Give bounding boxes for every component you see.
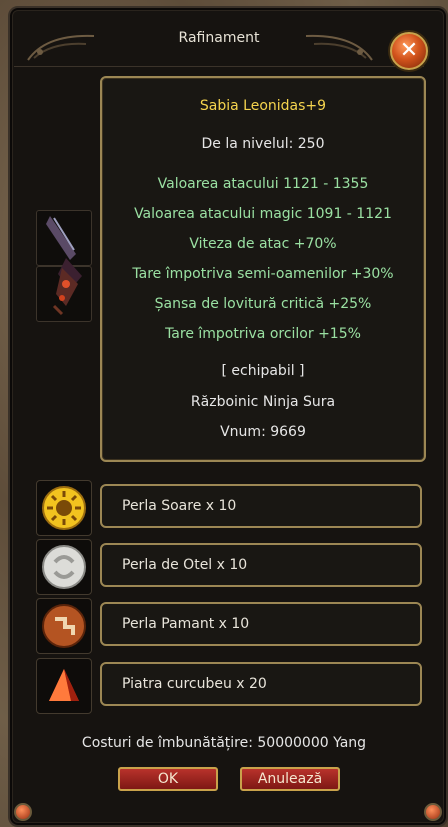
item-slot[interactable]: [36, 210, 92, 322]
material-label: Perla Soare x 10: [100, 484, 422, 528]
material-label: Perla de Otel x 10: [100, 543, 422, 587]
item-level-requirement: De la nivelul: 250: [201, 136, 325, 152]
item-stat: Viteza de atac +70%: [189, 236, 337, 252]
item-stat: Șansa de lovitură critică +25%: [154, 296, 372, 312]
sword-icon: [46, 216, 82, 316]
item-vnum: Vnum: 9669: [220, 424, 306, 440]
item-name: Sabia Leonidas+9: [199, 98, 327, 114]
title-bar[interactable]: Rafinament ✕: [14, 10, 428, 70]
close-button[interactable]: ✕: [390, 32, 428, 70]
material-slot-steel-pearl[interactable]: [36, 539, 92, 595]
rainbow-stone-icon: [49, 669, 79, 701]
item-class: Războinic Ninja Sura: [190, 394, 336, 410]
material-slot-rainbow-stone[interactable]: [36, 658, 92, 714]
equip-state: [ echipabil ]: [221, 363, 305, 379]
sun-pearl-icon: [42, 486, 86, 530]
ornament-right-icon: [305, 34, 373, 61]
steel-pearl-icon: [42, 545, 86, 589]
close-x-icon: ✕: [399, 38, 419, 63]
material-label: Perla Pamant x 10: [100, 602, 422, 646]
item-stat: Tare împotriva semi-oamenilor +30%: [132, 266, 394, 282]
earth-pearl-icon: [42, 604, 86, 648]
material-slot-earth-pearl[interactable]: [36, 598, 92, 654]
item-stat: Valoarea atacului 1121 - 1355: [157, 176, 369, 192]
corner-gem-icon: [14, 803, 32, 821]
material-label: Piatra curcubeu x 20: [100, 662, 422, 706]
item-stat: Tare împotriva orcilor +15%: [165, 326, 361, 342]
corner-gem-icon: [424, 803, 442, 821]
material-slot-sun-pearl[interactable]: [36, 480, 92, 536]
ok-button[interactable]: OK: [118, 767, 218, 791]
item-tooltip: Sabia Leonidas+9 De la nivelul: 250 Valo…: [100, 76, 426, 462]
upgrade-cost: Costuri de îmbunătățire: 50000000 Yang: [81, 735, 367, 751]
cancel-button[interactable]: Anulează: [240, 767, 340, 791]
item-stat: Valoarea atacului magic 1091 - 1121: [134, 206, 392, 222]
